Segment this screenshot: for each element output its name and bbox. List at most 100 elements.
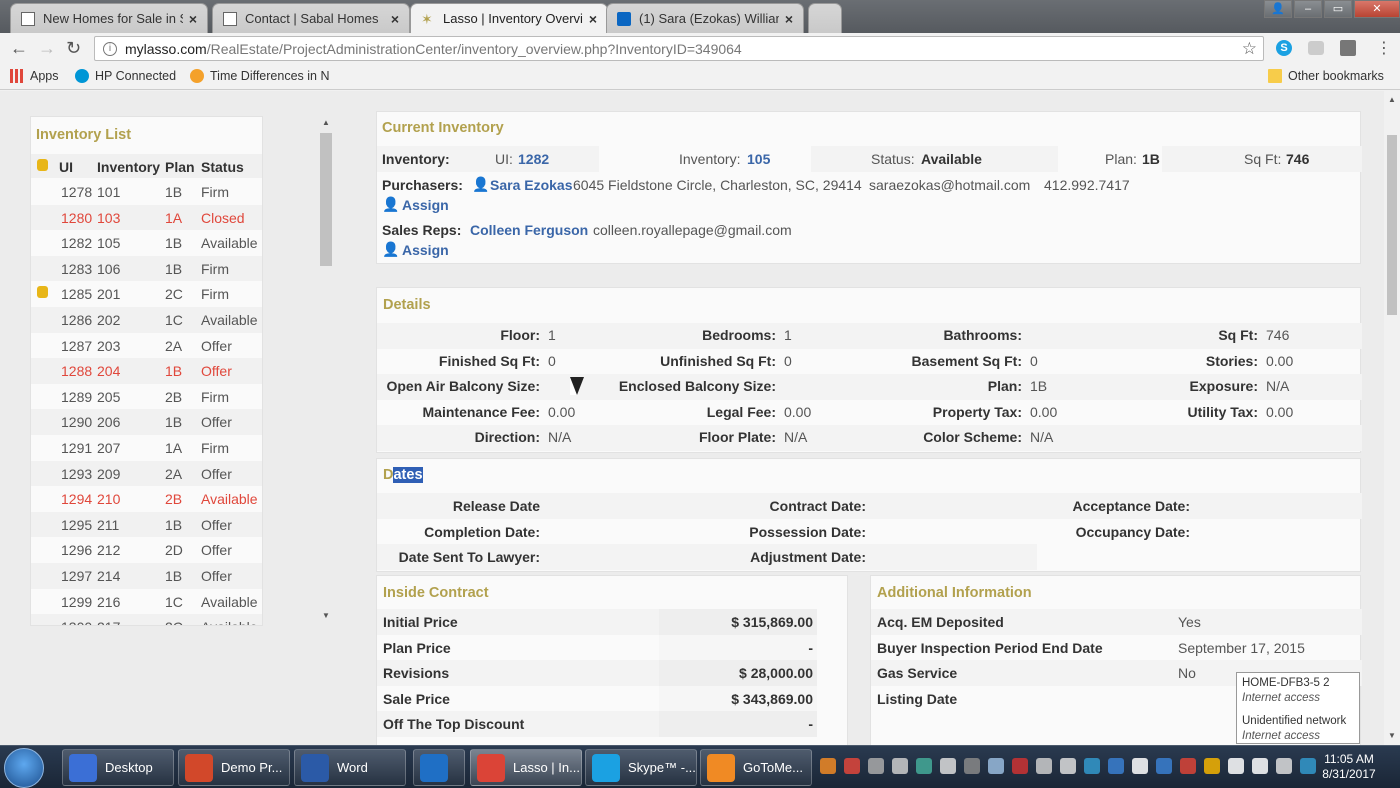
tray-icon[interactable] — [1132, 758, 1148, 774]
assign-sales-rep-link[interactable]: Assign — [402, 242, 449, 258]
page-scrollbar[interactable]: ▲ ▼ — [1384, 91, 1400, 745]
start-button[interactable] — [4, 748, 44, 788]
close-window-icon[interactable]: ✕ — [1354, 0, 1400, 18]
tray-icon[interactable] — [844, 758, 860, 774]
extension-icon[interactable] — [1340, 40, 1356, 56]
address-bar[interactable]: i mylasso.com/RealEstate/ProjectAdminist… — [94, 36, 1264, 61]
purchaser-name-link[interactable]: Sara Ezokas — [490, 177, 573, 193]
bookmark-label: HP Connected — [95, 69, 177, 83]
inventory-list-row[interactable]: 1282 105 1B Available — [31, 230, 262, 256]
minimize-icon[interactable]: – — [1294, 0, 1322, 18]
reload-icon[interactable]: ↻ — [66, 38, 81, 59]
row-status: Closed — [201, 209, 245, 226]
inventory-list-row[interactable]: 1299 216 1C Available — [31, 589, 262, 615]
inventory-list-row[interactable]: 1291 207 1A Firm — [31, 435, 262, 461]
bookmark-star-icon[interactable]: ☆ — [1242, 39, 1257, 59]
tray-icon[interactable] — [1252, 758, 1268, 774]
inventory-list-row[interactable]: 1289 205 2B Firm — [31, 384, 262, 410]
inventory-list-row[interactable]: 1296 212 2D Offer — [31, 537, 262, 563]
new-tab-button[interactable] — [808, 3, 842, 33]
taskbar-word-button[interactable]: Word — [294, 749, 406, 786]
inventory-list-row[interactable]: 1283 106 1B Firm — [31, 255, 262, 282]
additional-value: September 17, 2015 — [1178, 639, 1305, 656]
row-plan: 2A — [165, 465, 183, 482]
tray-icon[interactable] — [1300, 758, 1316, 774]
tray-icon[interactable] — [1180, 758, 1196, 774]
assign-purchaser-link[interactable]: Assign — [402, 197, 449, 213]
taskbar-outlook-button[interactable] — [413, 749, 465, 786]
user-icon[interactable]: 👤 — [1264, 0, 1292, 18]
tray-icon[interactable] — [892, 758, 908, 774]
inventory-list-row[interactable]: 1293 209 2A Offer — [31, 460, 262, 487]
row-inventory: 217 — [97, 619, 120, 625]
scroll-down-icon[interactable]: ▼ — [1388, 731, 1396, 740]
scroll-thumb[interactable] — [320, 133, 332, 266]
tray-icon[interactable] — [940, 758, 956, 774]
row-inventory: 209 — [97, 465, 121, 482]
tray-icon[interactable] — [988, 758, 1004, 774]
inventory-list-row[interactable]: 1280 103 1A Closed — [31, 204, 262, 231]
back-icon[interactable]: ← — [10, 38, 28, 59]
tray-icon[interactable] — [1276, 758, 1292, 774]
bookmark-apps[interactable]: Apps — [10, 69, 59, 83]
row-plan: 1C — [165, 593, 183, 610]
inventory-list-row[interactable]: 1285 201 2C Firm — [31, 281, 262, 307]
browser-tab-1[interactable]: New Homes for Sale in Sabal × — [10, 3, 208, 33]
inventory-list-row[interactable]: 1295 211 1B Offer — [31, 511, 262, 538]
tray-icon[interactable] — [1036, 758, 1052, 774]
tray-icon[interactable] — [1228, 758, 1244, 774]
tray-icon[interactable] — [964, 758, 980, 774]
close-tab-icon[interactable]: × — [785, 11, 793, 27]
taskbar-powerpoint-button[interactable]: Demo Pr... — [178, 749, 290, 786]
detail-value: N/A — [548, 429, 572, 446]
menu-icon[interactable]: ⋮ — [1376, 38, 1392, 58]
tray-icon[interactable] — [1204, 758, 1220, 774]
inventory-list-row[interactable]: 1290 206 1B Offer — [31, 409, 262, 435]
bookmark-hp[interactable]: HP Connected — [75, 69, 176, 83]
inventory-list-row[interactable]: 1297 214 1B Offer — [31, 563, 262, 589]
purchaser-address: 6045 Fieldstone Circle, Charleston, SC, … — [573, 177, 862, 193]
close-tab-icon[interactable]: × — [589, 11, 597, 27]
tray-icon[interactable] — [868, 758, 884, 774]
tray-icon[interactable] — [820, 758, 836, 774]
close-tab-icon[interactable]: × — [189, 11, 197, 27]
tray-icon[interactable] — [1060, 758, 1076, 774]
system-clock[interactable]: 11:05 AM 8/31/2017 — [1318, 752, 1380, 782]
info-icon[interactable]: i — [103, 41, 117, 56]
scroll-up-icon[interactable]: ▲ — [1388, 95, 1396, 104]
browser-tab-3[interactable]: ✶ Lasso | Inventory Overview × — [410, 3, 608, 33]
additional-label: Acq. EM Deposited — [877, 614, 1004, 630]
browser-tab-4[interactable]: (1) Sara (Ezokas) Williams × — [606, 3, 804, 33]
browser-tab-2[interactable]: Contact | Sabal Homes × — [212, 3, 410, 33]
taskbar-desktop-button[interactable]: Desktop — [62, 749, 174, 786]
tray-icon[interactable] — [916, 758, 932, 774]
tray-icon[interactable] — [1156, 758, 1172, 774]
inventory-list-row[interactable]: 1294 210 2B Available — [31, 486, 262, 512]
tray-icon[interactable] — [1108, 758, 1124, 774]
extension-icon[interactable] — [1308, 41, 1324, 55]
inventory-list-row[interactable]: 1278 101 1B Firm — [31, 179, 262, 205]
tray-icon[interactable] — [1084, 758, 1100, 774]
scroll-down-icon[interactable]: ▼ — [322, 611, 330, 620]
taskbar-chrome-button[interactable]: Lasso | In... — [470, 749, 582, 786]
row-plan: 1B — [165, 260, 183, 277]
inventory-list-row[interactable]: 1286 202 1C Available — [31, 307, 262, 333]
forward-icon[interactable]: → — [38, 38, 56, 59]
sales-rep-name-link[interactable]: Colleen Ferguson — [470, 222, 588, 238]
maximize-icon[interactable]: ▭ — [1324, 0, 1352, 18]
taskbar-gotomeeting-button[interactable]: GoToMe... — [700, 749, 812, 786]
inventory-list-scrollbar[interactable]: ▲ ▼ — [320, 118, 332, 623]
bookmark-time[interactable]: Time Differences in N — [190, 69, 330, 83]
skype-extension-icon[interactable]: S — [1276, 40, 1292, 56]
inventory-list-row[interactable]: 1300 217 2C Available — [31, 614, 262, 625]
inventory-list-row[interactable]: 1287 203 2A Offer — [31, 333, 262, 359]
inventory-list-row[interactable]: 1288 204 1B Offer — [31, 358, 262, 384]
row-inventory: 216 — [97, 593, 121, 610]
other-bookmarks[interactable]: Other bookmarks — [1268, 69, 1384, 83]
close-tab-icon[interactable]: × — [391, 11, 399, 27]
tray-icon[interactable] — [1012, 758, 1028, 774]
scroll-thumb[interactable] — [1387, 135, 1397, 315]
taskbar-skype-button[interactable]: Skype™ -... — [585, 749, 697, 786]
scroll-up-icon[interactable]: ▲ — [322, 118, 330, 127]
row-status: Firm — [201, 286, 229, 303]
